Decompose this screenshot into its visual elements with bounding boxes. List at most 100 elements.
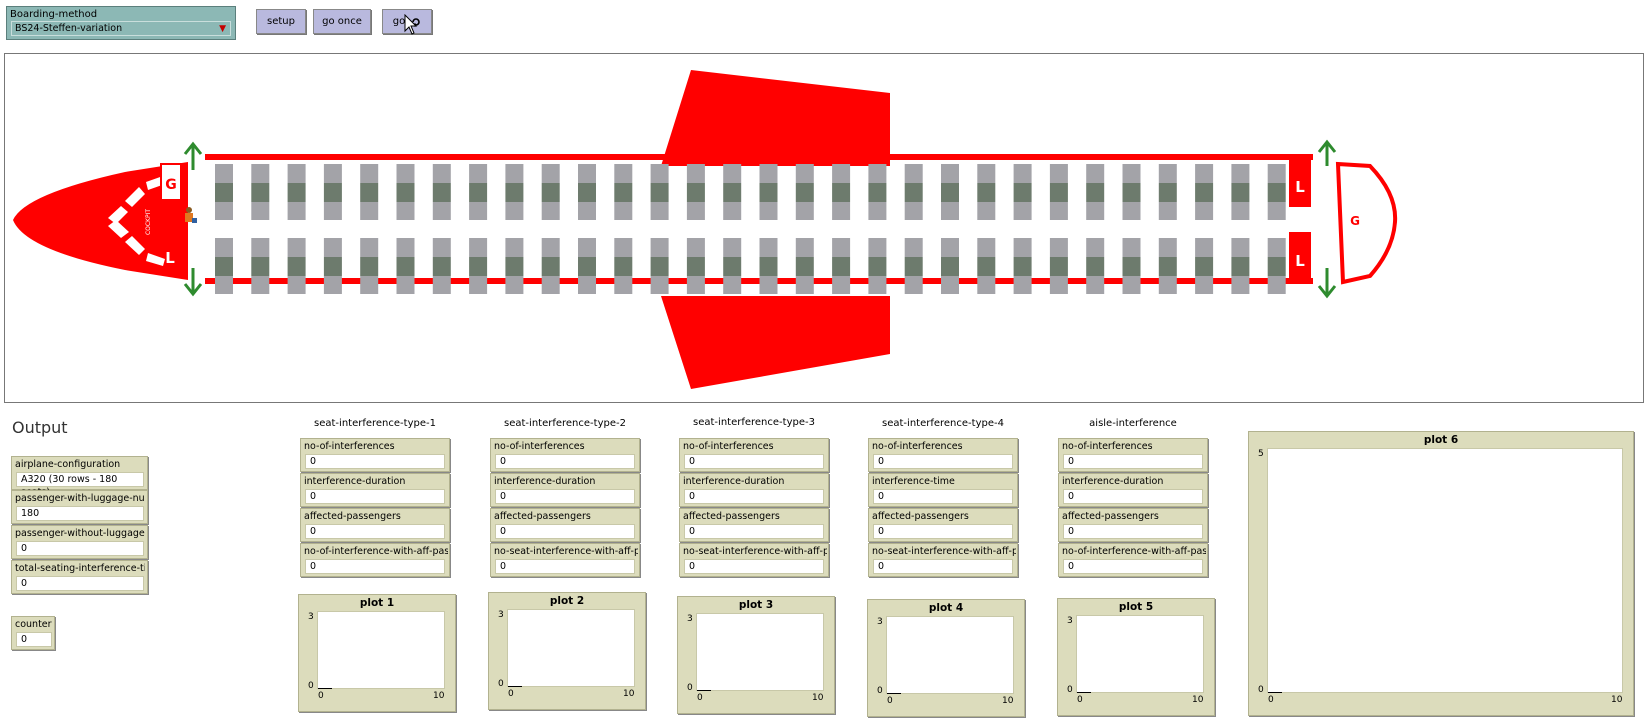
plot-widget[interactable]: plot 6 5 0 0 10 bbox=[1248, 431, 1634, 716]
monitor-label: interference-duration bbox=[1062, 476, 1164, 487]
go-once-label: go once bbox=[322, 16, 362, 27]
monitor-value: 0 bbox=[305, 524, 445, 539]
plot-ymin: 0 bbox=[308, 681, 314, 691]
monitor-value: 0 bbox=[873, 559, 1013, 574]
seat bbox=[287, 238, 306, 257]
seat bbox=[1049, 183, 1068, 202]
seat bbox=[977, 202, 996, 220]
seat bbox=[977, 164, 996, 183]
seat bbox=[723, 164, 742, 183]
monitor-label: interference-time bbox=[872, 476, 955, 487]
seat bbox=[614, 164, 633, 183]
seat bbox=[1013, 257, 1032, 276]
monitor-value: 0 bbox=[495, 559, 635, 574]
seat bbox=[614, 257, 633, 276]
boarding-method-chooser[interactable]: Boarding-method BS24-Steffen-variation ▼ bbox=[6, 6, 236, 40]
seat bbox=[323, 257, 342, 276]
interference-monitor: no-of-interferences 0 bbox=[300, 438, 450, 472]
seat bbox=[505, 164, 524, 183]
plot-area[interactable] bbox=[886, 616, 1014, 694]
monitor-label: no-of-interferences bbox=[872, 441, 963, 452]
output-monitor: passenger-with-luggage-num... 180 bbox=[11, 490, 148, 524]
plot-area[interactable] bbox=[317, 611, 445, 689]
plot-area[interactable] bbox=[696, 613, 824, 691]
upper-wing bbox=[661, 70, 890, 166]
seat bbox=[1158, 183, 1177, 202]
interference-monitor: no-of-interference-with-aff-pass 0 bbox=[300, 543, 450, 577]
monitor-label: interference-duration bbox=[494, 476, 596, 487]
monitor-value: 0 bbox=[684, 559, 824, 574]
seat bbox=[578, 164, 596, 183]
plot-widget[interactable]: plot 4 3 0 0 10 bbox=[867, 599, 1025, 717]
seat bbox=[1086, 202, 1105, 220]
cockpit-label: COCKPIT bbox=[145, 209, 152, 235]
seat bbox=[505, 276, 524, 294]
interference-monitor: no-seat-interference-with-aff-pass 0 bbox=[490, 543, 640, 577]
world-view[interactable]: COCKPIT G L L L G bbox=[4, 53, 1644, 403]
seat bbox=[941, 183, 959, 202]
plot-area[interactable] bbox=[1267, 448, 1623, 693]
seat bbox=[1122, 276, 1141, 294]
seat bbox=[1049, 164, 1068, 183]
seat bbox=[1158, 202, 1177, 220]
dropdown-arrow-icon[interactable]: ▼ bbox=[219, 23, 226, 36]
seat bbox=[1122, 183, 1141, 202]
plot-ymax: 3 bbox=[308, 612, 314, 622]
plot-area[interactable] bbox=[507, 609, 635, 687]
monitor-value: 0 bbox=[1063, 524, 1203, 539]
monitor-value: 0 bbox=[684, 524, 824, 539]
plot-xmax: 10 bbox=[623, 689, 635, 699]
seat bbox=[904, 238, 923, 257]
plot-widget[interactable]: plot 5 3 0 0 10 bbox=[1057, 598, 1215, 716]
setup-button[interactable]: setup bbox=[256, 9, 306, 34]
rear-galley-label: G bbox=[1350, 214, 1360, 228]
seat bbox=[541, 238, 560, 257]
plot-widget[interactable]: plot 2 3 0 0 10 bbox=[488, 592, 646, 710]
seat bbox=[977, 183, 996, 202]
interference-monitor: affected-passengers 0 bbox=[679, 508, 829, 542]
seat bbox=[723, 202, 742, 220]
seat bbox=[1122, 202, 1141, 220]
seat bbox=[396, 276, 415, 294]
seat bbox=[1267, 183, 1286, 202]
seat bbox=[1231, 183, 1250, 202]
seat bbox=[941, 202, 959, 220]
seat bbox=[396, 238, 415, 257]
seat bbox=[1049, 276, 1068, 294]
group-title: seat-interference-type-1 bbox=[314, 418, 436, 429]
chooser-value[interactable]: BS24-Steffen-variation ▼ bbox=[11, 21, 231, 36]
seat bbox=[251, 238, 270, 257]
seat bbox=[1267, 164, 1286, 183]
interference-monitor: interference-duration 0 bbox=[679, 473, 829, 507]
go-once-button[interactable]: go once bbox=[313, 9, 371, 34]
seat bbox=[323, 238, 342, 257]
interference-monitor: interference-duration 0 bbox=[300, 473, 450, 507]
passenger-icon bbox=[185, 207, 197, 223]
plot-xmax: 10 bbox=[1611, 695, 1623, 705]
seat bbox=[1158, 238, 1177, 257]
seat bbox=[1158, 276, 1177, 294]
setup-label: setup bbox=[267, 16, 295, 27]
seat bbox=[650, 276, 669, 294]
seat bbox=[1049, 238, 1068, 257]
plot-widget[interactable]: plot 3 3 0 0 10 bbox=[677, 596, 835, 714]
seat bbox=[1231, 276, 1250, 294]
seat bbox=[1195, 183, 1214, 202]
seat bbox=[977, 238, 996, 257]
seat bbox=[469, 238, 488, 257]
seat bbox=[1231, 257, 1250, 276]
interference-monitor: no-seat-interference-with-aff-pass 0 bbox=[679, 543, 829, 577]
group-title: seat-interference-type-4 bbox=[882, 418, 1004, 429]
plot-title: plot 4 bbox=[928, 602, 964, 614]
seat bbox=[1013, 238, 1032, 257]
seat bbox=[215, 238, 233, 257]
seat bbox=[396, 164, 415, 183]
seat bbox=[941, 257, 959, 276]
seat bbox=[759, 276, 778, 294]
plot-widget[interactable]: plot 1 3 0 0 10 bbox=[298, 594, 456, 712]
seat bbox=[469, 164, 488, 183]
plot-title: plot 6 bbox=[1423, 434, 1459, 446]
plot-area[interactable] bbox=[1076, 615, 1204, 693]
plot-ymin: 0 bbox=[498, 679, 504, 689]
seat bbox=[541, 164, 560, 183]
